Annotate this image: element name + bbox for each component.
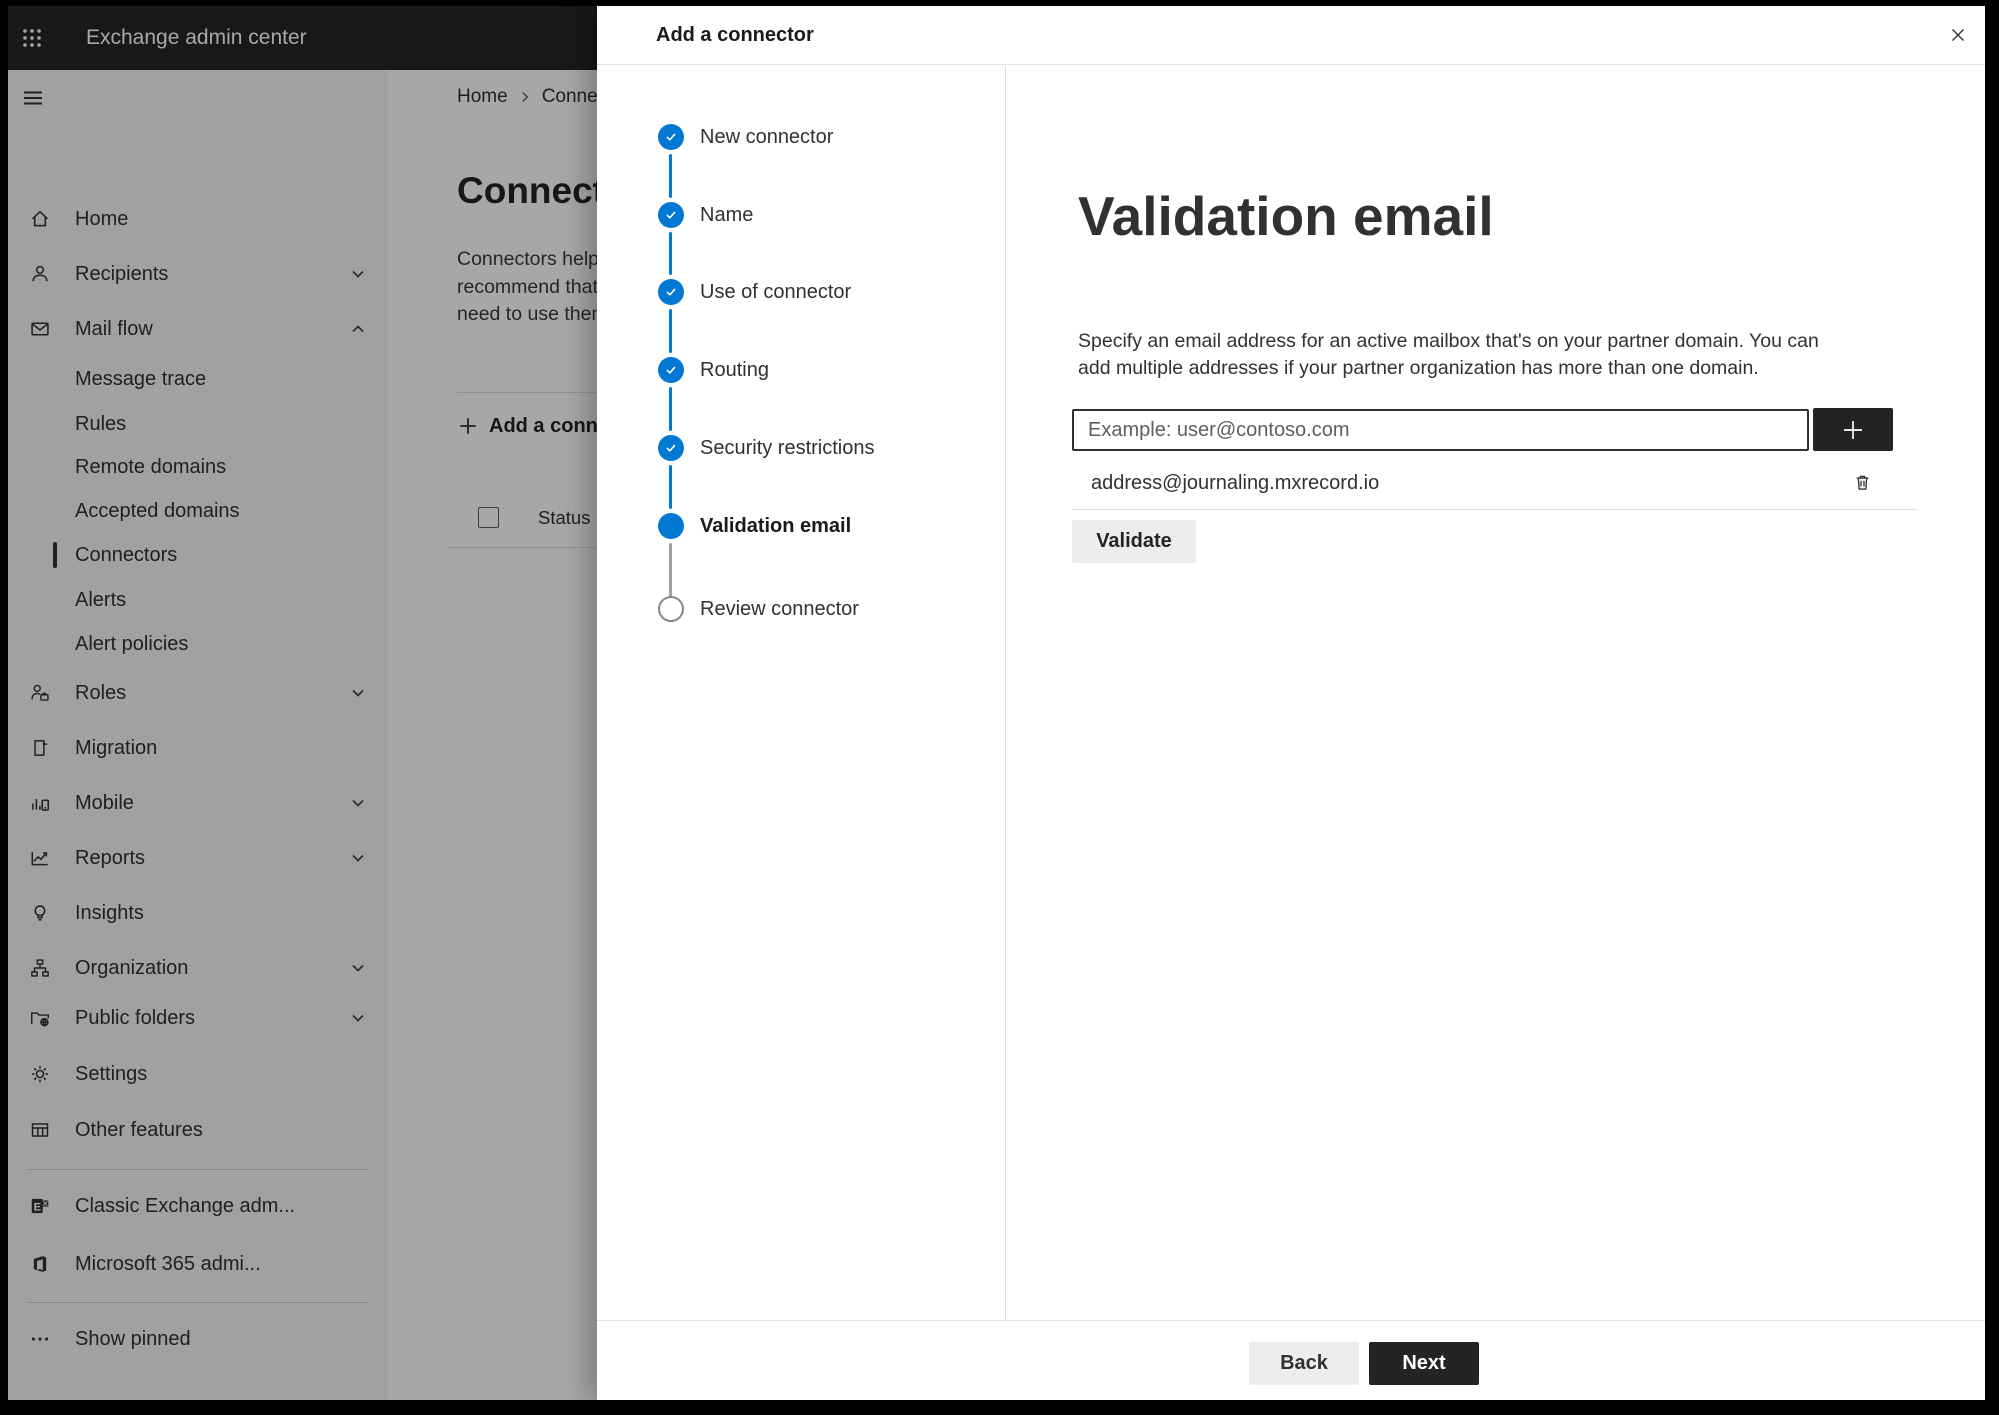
email-address-row: address@journaling.mxrecord.io xyxy=(1072,464,1917,502)
wizard-step-review-connector[interactable]: Review connector xyxy=(597,596,859,622)
wizard-step-use-of-connector[interactable]: Use of connector xyxy=(597,279,851,305)
next-button[interactable]: Next xyxy=(1369,1342,1479,1385)
step-connector-line xyxy=(669,232,672,275)
step-completed-check-icon xyxy=(658,279,684,305)
step-upcoming-icon xyxy=(658,596,684,622)
step-completed-check-icon xyxy=(658,357,684,383)
footer-divider xyxy=(597,1320,1985,1321)
step-connector-line xyxy=(669,387,672,431)
wizard-step-new-connector[interactable]: New connector xyxy=(597,124,833,150)
wizard-step-routing[interactable]: Routing xyxy=(597,357,769,383)
wizard-steps-panel xyxy=(597,66,1006,1320)
close-icon[interactable] xyxy=(1938,15,1978,55)
wizard-step-security-restrictions[interactable]: Security restrictions xyxy=(597,435,875,461)
validate-button[interactable]: Validate xyxy=(1072,520,1196,563)
delete-address-trash-icon[interactable] xyxy=(1845,465,1879,499)
app-window: Exchange admin center Home Recipients Ma… xyxy=(8,6,1985,1400)
screenshot-frame: Exchange admin center Home Recipients Ma… xyxy=(0,0,1999,1415)
address-list-divider xyxy=(1072,509,1917,510)
step-completed-check-icon xyxy=(658,202,684,228)
wizard-step-validation-email[interactable]: Validation email xyxy=(597,513,851,539)
step-current-icon xyxy=(658,513,684,539)
back-button[interactable]: Back xyxy=(1249,1342,1359,1385)
plus-icon xyxy=(1844,420,1862,439)
dialog-header: Add a connector xyxy=(597,6,1985,65)
step-completed-check-icon xyxy=(658,435,684,461)
add-email-button[interactable] xyxy=(1813,408,1893,451)
step-page-title: Validation email xyxy=(1078,185,1494,247)
validation-email-input[interactable] xyxy=(1072,409,1809,451)
email-address-value: address@journaling.mxrecord.io xyxy=(1091,472,1380,494)
wizard-step-name[interactable]: Name xyxy=(597,202,753,228)
add-connector-dialog: Add a connector New connector Name Use o… xyxy=(597,6,1985,1400)
dialog-title: Add a connector xyxy=(656,24,814,46)
step-connector-line xyxy=(669,465,672,509)
step-connector-line xyxy=(669,309,672,353)
step-description: Specify an email address for an active m… xyxy=(1078,330,1819,379)
step-completed-check-icon xyxy=(658,124,684,150)
step-connector-line xyxy=(669,154,672,198)
